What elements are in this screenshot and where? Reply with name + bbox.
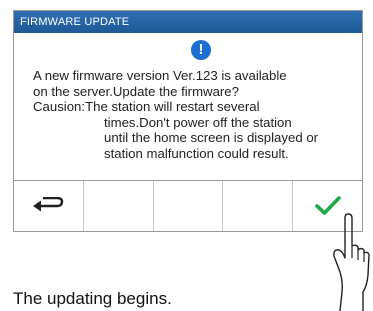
exclamation-info-icon: ! [191,40,211,60]
blank-button-4[interactable] [223,181,294,231]
caution-label: Causion: [33,99,86,114]
title-bar: FIRMWARE UPDATE [14,11,362,33]
blank-button-2[interactable] [83,181,154,231]
message-line-1: A new firmware version Ver.123 is availa… [33,68,287,83]
button-bar [14,181,362,231]
caution-line-2: times.Don't power off the station [104,114,292,130]
device-screen: FIRMWARE UPDATE ! A new firmware version… [13,10,363,232]
blank-button-3[interactable] [153,181,224,231]
caution-text: The station will restart several [85,99,259,115]
return-arrow-icon [33,197,64,212]
caution-line-1: The station will restart several [85,99,260,114]
back-button[interactable] [14,181,84,231]
screen-title: FIRMWARE UPDATE [20,16,130,28]
pointing-hand-icon [333,213,370,311]
message-line-2: on the server.Update the firmware? [33,83,239,99]
caution-block: Causion: The station will restart severa… [33,99,353,115]
caution-line-3: until the home screen is displayed or [104,130,319,145]
instruction-caption: The updating begins. [13,289,172,308]
dialog-message: A new firmware version Ver.123 is availa… [33,68,353,161]
caution-line-4: station malfunction could result. [104,145,289,161]
